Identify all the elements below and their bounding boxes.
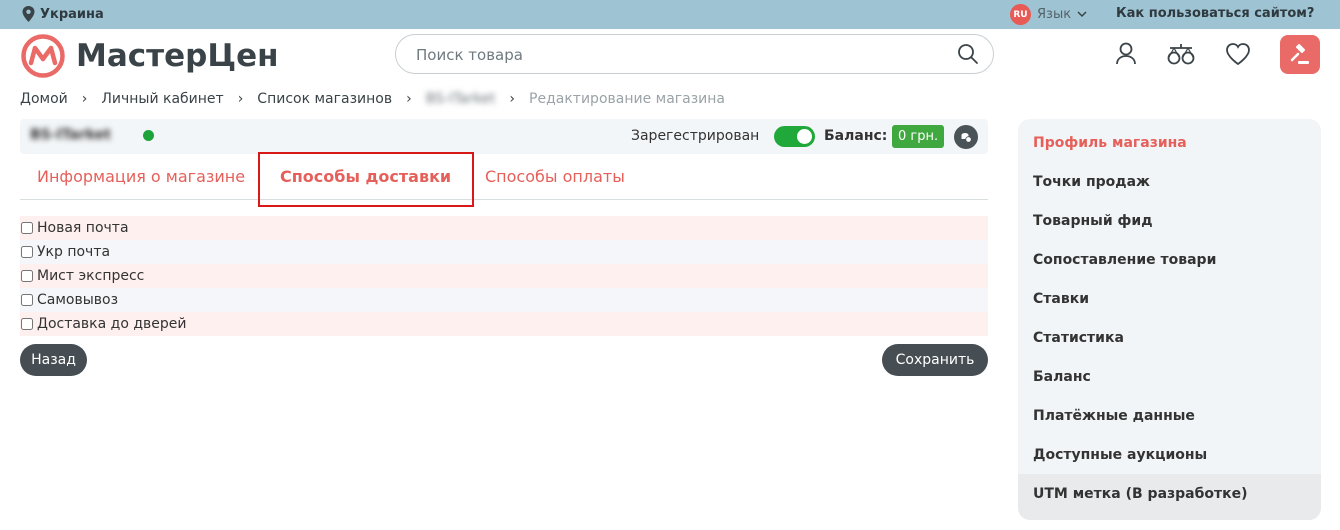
header: МастерЦен bbox=[0, 29, 1340, 84]
breadcrumb-account[interactable]: Личный кабинет bbox=[101, 91, 223, 107]
delivery-checkbox-ukrposhta[interactable] bbox=[21, 246, 33, 258]
breadcrumb: Домой › Личный кабинет › Список магазино… bbox=[20, 91, 725, 107]
registration-toggle[interactable] bbox=[774, 126, 815, 147]
coins-icon bbox=[961, 133, 972, 143]
region-selector[interactable]: Украина bbox=[22, 6, 104, 22]
location-pin-icon bbox=[22, 6, 35, 22]
list-item[interactable]: Новая почта bbox=[20, 216, 988, 240]
region-label: Украина bbox=[40, 6, 104, 22]
breadcrumb-shop[interactable]: BS-ITarket bbox=[426, 91, 496, 107]
list-item[interactable]: Доставка до дверей bbox=[20, 312, 988, 336]
chevron-down-icon bbox=[1077, 11, 1087, 18]
sidebar-item-available-auctions[interactable]: Доступные аукционы bbox=[1033, 447, 1207, 463]
delivery-checkbox-nova-poshta[interactable] bbox=[21, 222, 33, 234]
breadcrumb-shop-list[interactable]: Список магазинов bbox=[257, 91, 392, 107]
shop-edit-tabs: Информация о магазине Способы доставки С… bbox=[20, 152, 988, 207]
logo-text: МастерЦен bbox=[76, 38, 279, 74]
delivery-checkbox-meest-express[interactable] bbox=[21, 270, 33, 282]
site-logo[interactable]: МастерЦен bbox=[20, 33, 279, 79]
delivery-option-label: Доставка до дверей bbox=[37, 316, 187, 332]
shop-name: BS-ITarket bbox=[30, 127, 111, 143]
delivery-options-list: Новая почта Укр почта Мист экспресс Само… bbox=[20, 216, 988, 336]
list-item[interactable]: Самовывоз bbox=[20, 288, 988, 312]
balance-value-badge: 0 грн. bbox=[892, 125, 945, 148]
auction-button[interactable] bbox=[1280, 35, 1320, 74]
sidebar-item-payment-data[interactable]: Платёжные данные bbox=[1033, 408, 1195, 424]
breadcrumb-home[interactable]: Домой bbox=[20, 91, 68, 107]
language-selector[interactable]: RU Язык bbox=[1010, 4, 1087, 25]
delivery-option-label: Укр почта bbox=[37, 244, 111, 260]
breadcrumb-separator-icon: › bbox=[406, 91, 412, 107]
sidebar-item-statistics[interactable]: Статистика bbox=[1033, 330, 1124, 346]
breadcrumb-separator-icon: › bbox=[237, 91, 244, 107]
sidebar-item-points-of-sale[interactable]: Точки продаж bbox=[1033, 174, 1150, 190]
breadcrumb-separator-icon: › bbox=[509, 91, 516, 107]
back-button[interactable]: Назад bbox=[20, 344, 87, 376]
sidebar-item-utm-tag[interactable]: UTM метка (В разработке) bbox=[1033, 486, 1248, 502]
delivery-option-label: Мист экспресс bbox=[37, 268, 145, 284]
delivery-option-label: Новая почта bbox=[37, 220, 129, 236]
sidebar-item-shop-profile[interactable]: Профиль магазина bbox=[1033, 135, 1187, 151]
top-bar: Украина RU Язык Как пользоваться сайтом? bbox=[0, 0, 1340, 29]
logo-icon bbox=[21, 34, 65, 78]
heart-icon[interactable] bbox=[1225, 42, 1251, 66]
tab-payment-methods[interactable]: Способы оплаты bbox=[485, 167, 625, 186]
delivery-checkbox-pickup[interactable] bbox=[21, 294, 33, 306]
delivery-checkbox-door-delivery[interactable] bbox=[21, 318, 33, 330]
search-bar bbox=[395, 34, 994, 74]
tab-shop-info[interactable]: Информация о магазине bbox=[37, 167, 245, 186]
list-item[interactable]: Мист экспресс bbox=[20, 264, 988, 288]
how-to-use-link[interactable]: Как пользоваться сайтом? bbox=[1116, 6, 1314, 21]
compare-scales-icon[interactable] bbox=[1166, 42, 1196, 66]
balance-label: Баланс: bbox=[824, 128, 888, 144]
delivery-option-label: Самовывоз bbox=[37, 292, 119, 308]
registration-status-label: Зарегестрирован bbox=[631, 128, 760, 144]
sidebar-item-product-feed[interactable]: Товарный фид bbox=[1033, 213, 1153, 229]
search-input[interactable] bbox=[416, 44, 936, 66]
breadcrumb-current: Редактирование магазина bbox=[529, 91, 726, 107]
search-icon[interactable] bbox=[957, 43, 979, 65]
sidebar-item-balance[interactable]: Баланс bbox=[1033, 369, 1091, 385]
shop-status-bar: BS-ITarket Зарегестрирован Баланс: 0 грн… bbox=[20, 119, 988, 154]
save-button[interactable]: Сохранить bbox=[882, 344, 988, 376]
language-code-badge: RU bbox=[1010, 4, 1031, 25]
top-up-balance-button[interactable] bbox=[954, 125, 978, 149]
breadcrumb-separator-icon: › bbox=[81, 91, 88, 107]
user-icon[interactable] bbox=[1115, 42, 1137, 66]
online-status-dot bbox=[143, 130, 154, 141]
sidebar-item-product-matching[interactable]: Сопоставление товари bbox=[1033, 252, 1216, 268]
gavel-icon bbox=[1290, 43, 1309, 64]
language-label: Язык bbox=[1037, 7, 1072, 22]
list-item[interactable]: Укр почта bbox=[20, 240, 988, 264]
toggle-knob bbox=[797, 129, 812, 144]
tab-delivery-methods[interactable]: Способы доставки bbox=[280, 167, 451, 186]
account-sidebar: Профиль магазина Точки продаж Товарный ф… bbox=[1018, 119, 1321, 520]
sidebar-item-bids[interactable]: Ставки bbox=[1033, 291, 1089, 307]
